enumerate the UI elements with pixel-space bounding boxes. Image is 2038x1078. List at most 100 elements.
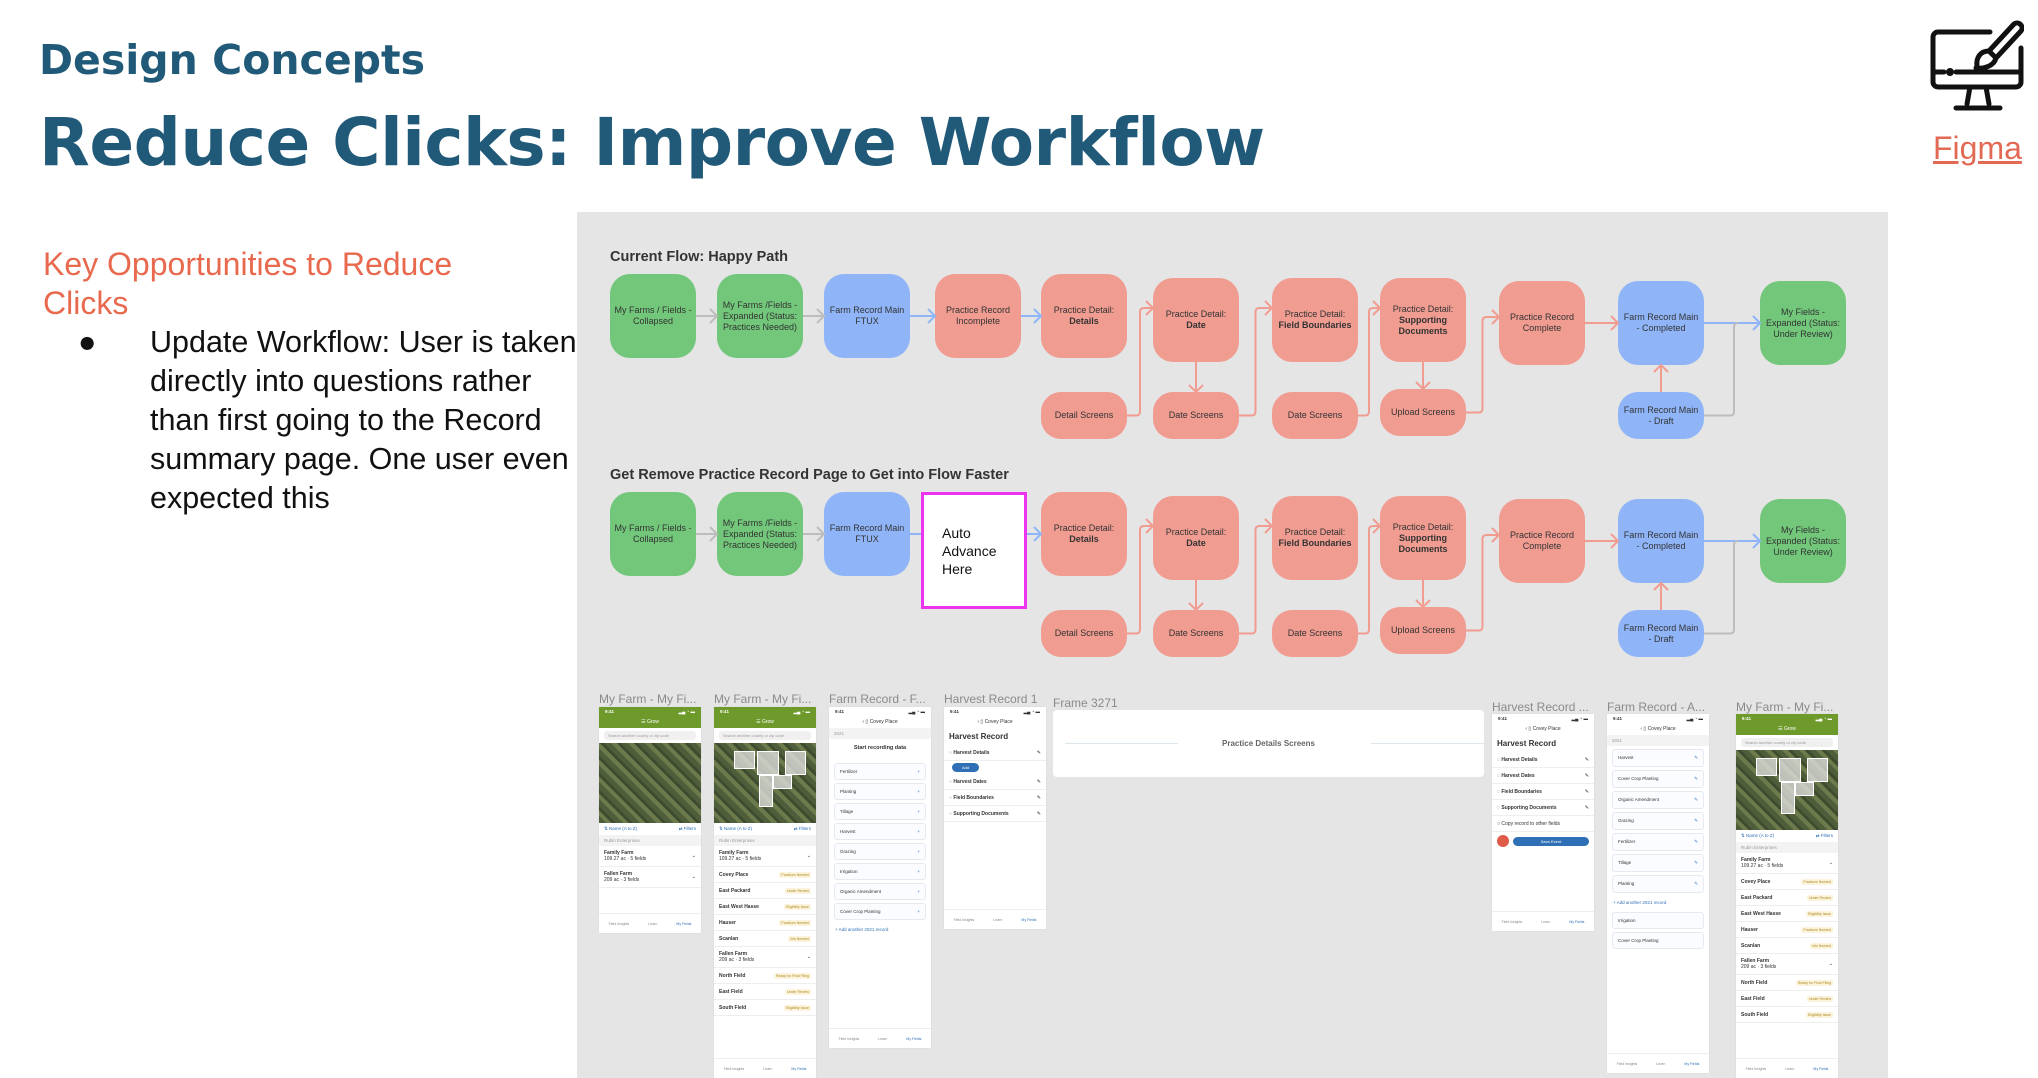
field-boundary[interactable] [758,775,774,807]
filters-button[interactable]: ⇄ Filters [794,826,811,832]
list-item[interactable]: East Packard Under Review [714,883,816,899]
flow-node[interactable]: Practice Record Incomplete [935,274,1021,358]
flow-node[interactable]: Practice Detail: Details [1041,274,1127,358]
list-item[interactable]: East Packard Under Review [1736,890,1838,906]
tab-item[interactable]: Learn [878,1037,887,1041]
chevron-icon[interactable]: ⌄ [1829,860,1833,866]
filters-button[interactable]: ⇄ Filters [679,826,696,832]
frame-label[interactable]: My Farm - My Fi... [1736,700,1833,714]
field-boundary[interactable] [1756,758,1777,776]
sort-button[interactable]: ⇅ Name (A to Z) [604,826,637,832]
frame-label[interactable]: Harvest Record ... [1492,700,1589,714]
flow-node[interactable]: Practice Record Complete [1499,499,1585,583]
tab-item[interactable]: My Fields [1813,1067,1828,1071]
flow-node[interactable]: Practice Detail: Field Boundaries [1272,496,1358,580]
edit-icon[interactable]: ✎ [1585,773,1589,779]
monitor-paintbrush-icon[interactable] [1930,18,2024,120]
practice-card[interactable]: Cover Crop Planting ✎ [1612,770,1704,788]
list-item[interactable]: Fallen Farm 209 ac · 3 fields ⌄ [1736,954,1838,975]
tab-item[interactable]: Field Insights [954,918,975,922]
practice-card[interactable]: Cover Crop Planting + [834,903,926,920]
flow-node[interactable]: My Fields - Expanded (Status: Under Revi… [1760,281,1846,365]
flow-node[interactable]: Practice Detail: Supporting Documents [1380,278,1466,362]
sort-button[interactable]: ⇅ Name (A to Z) [719,826,752,832]
flow-node[interactable]: Farm Record Main - Draft [1618,392,1704,439]
copy-record-checkbox[interactable]: ○ Copy record to other fields [1492,816,1594,832]
tab-item[interactable]: Field Insights [724,1067,745,1071]
tab-item[interactable]: Field Insights [839,1037,860,1041]
practice-card[interactable]: Planting + [834,783,926,800]
flow-node[interactable]: My Farms /Fields - Expanded (Status: Pra… [717,274,803,358]
edit-icon[interactable]: ✎ [1037,811,1041,817]
list-item[interactable]: Covey Place Practices Needed [714,867,816,883]
list-item[interactable]: North Field Ready for Final Filing [1736,975,1838,991]
flow-node[interactable]: Date Screens [1272,610,1358,657]
tab-item[interactable]: My Fields [1021,918,1036,922]
practice-card[interactable]: Grazing ✎ [1612,812,1704,830]
figma-link[interactable]: Figma [1933,130,2022,167]
tab-item[interactable]: Learn [763,1067,772,1071]
save-event-button[interactable]: Save Event [1513,836,1589,846]
list-item[interactable]: East Field Under Review [1736,991,1838,1007]
add-icon[interactable]: + [917,789,920,794]
list-item[interactable]: East West Hasse Eligibility Issue [714,899,816,915]
list-item[interactable]: Fallen Farm 209 ac · 3 fields ⌄ [599,867,701,888]
practice-card[interactable]: Grazing + [834,843,926,860]
practice-card[interactable]: Irrigation + [834,863,926,880]
list-item[interactable]: East Field Under Review [714,984,816,1000]
tab-item[interactable]: Field Insights [1502,920,1523,924]
flow-node[interactable]: Practice Detail: Supporting Documents [1380,496,1466,580]
flow-node[interactable]: Practice Detail: Date [1153,278,1239,362]
phone-screen[interactable]: 9:41 ▂▄ ◔ ▬ ‹ ▯ Covey Place 2021 Start recor… [829,707,931,1048]
tab-item[interactable]: Learn [1656,1062,1665,1066]
tab-item[interactable]: My Fields [906,1037,921,1041]
practice-card[interactable]: Tillage + [834,803,926,820]
add-icon[interactable]: + [917,769,920,774]
tab-item[interactable]: Learn [648,922,657,926]
search-input[interactable]: Search another county or zip code [1741,738,1833,747]
practice-card[interactable]: Organic Amendment + [834,883,926,900]
list-item[interactable]: Scanlan Info Needed [1736,938,1838,954]
record-section[interactable]: ◌ Harvest Dates ✎ [944,774,1046,790]
edit-icon[interactable]: ✎ [1037,750,1041,756]
record-section[interactable]: ◌ Field Boundaries ✎ [1492,784,1594,800]
field-boundary[interactable] [785,751,806,775]
add-icon[interactable]: + [917,829,920,834]
field-boundary[interactable] [1778,758,1802,782]
record-section[interactable]: ◌ Harvest Dates ✎ [1492,768,1594,784]
phone-screen[interactable]: 9:41 ▂▄ ◔ ▬ ☰ Grow Search another county or… [1736,714,1838,1078]
chevron-icon[interactable]: ⌄ [692,853,696,859]
flow-node[interactable]: My Farms / Fields - Collapsed [610,274,696,358]
sort-button[interactable]: ⇅ Name (A to Z) [1741,833,1774,839]
flow-node[interactable]: Date Screens [1153,392,1239,439]
tab-item[interactable]: Field Insights [1617,1062,1638,1066]
practice-card[interactable]: Cover Crop Planting [1612,932,1704,949]
edit-icon[interactable]: ✎ [1037,779,1041,785]
tab-item[interactable]: My Fields [1569,920,1584,924]
phone-screen[interactable]: 9:41 ▂▄ ◔ ▬ ☰ Grow Search another county or… [599,707,701,933]
list-item[interactable]: Family Farm 109.27 ac · 5 fields ⌄ [714,846,816,867]
delete-icon[interactable] [1497,835,1509,847]
field-boundary[interactable] [1780,782,1796,814]
field-boundary[interactable] [1795,782,1814,797]
search-input[interactable]: Search another county or zip code [604,731,696,740]
practice-card[interactable]: Tillage ✎ [1612,854,1704,872]
flow-node[interactable]: Farm Record Main - Draft [1618,610,1704,657]
flow-node[interactable]: Upload Screens [1380,607,1466,654]
edit-icon[interactable]: ✎ [1037,795,1041,801]
add-record-link[interactable]: + Add another 2021 record [1607,896,1709,909]
list-item[interactable]: Family Farm 109.27 ac · 5 fields ⌄ [599,846,701,867]
edit-icon[interactable]: ✎ [1694,776,1698,782]
phone-screen[interactable]: 9:41 ▂▄ ◔ ▬ ‹ ▯ Covey Place 2021 Harvest ✎ Cov… [1607,714,1709,1073]
list-item[interactable]: East West Hasse Eligibility Issue [1736,906,1838,922]
tab-item[interactable]: Learn [1785,1067,1794,1071]
add-button[interactable]: Add [952,763,980,772]
field-boundary[interactable] [756,751,780,775]
practice-card[interactable]: Planting ✎ [1612,875,1704,893]
flow-node[interactable]: Farm Record Main FTUX [824,492,910,576]
flow-node[interactable]: Farm Record Main - Completed [1618,281,1704,365]
add-icon[interactable]: + [917,909,920,914]
tab-item[interactable]: Learn [993,918,1002,922]
edit-icon[interactable]: ✎ [1694,755,1698,761]
frame-label[interactable]: Frame 3271 [1053,696,1118,710]
